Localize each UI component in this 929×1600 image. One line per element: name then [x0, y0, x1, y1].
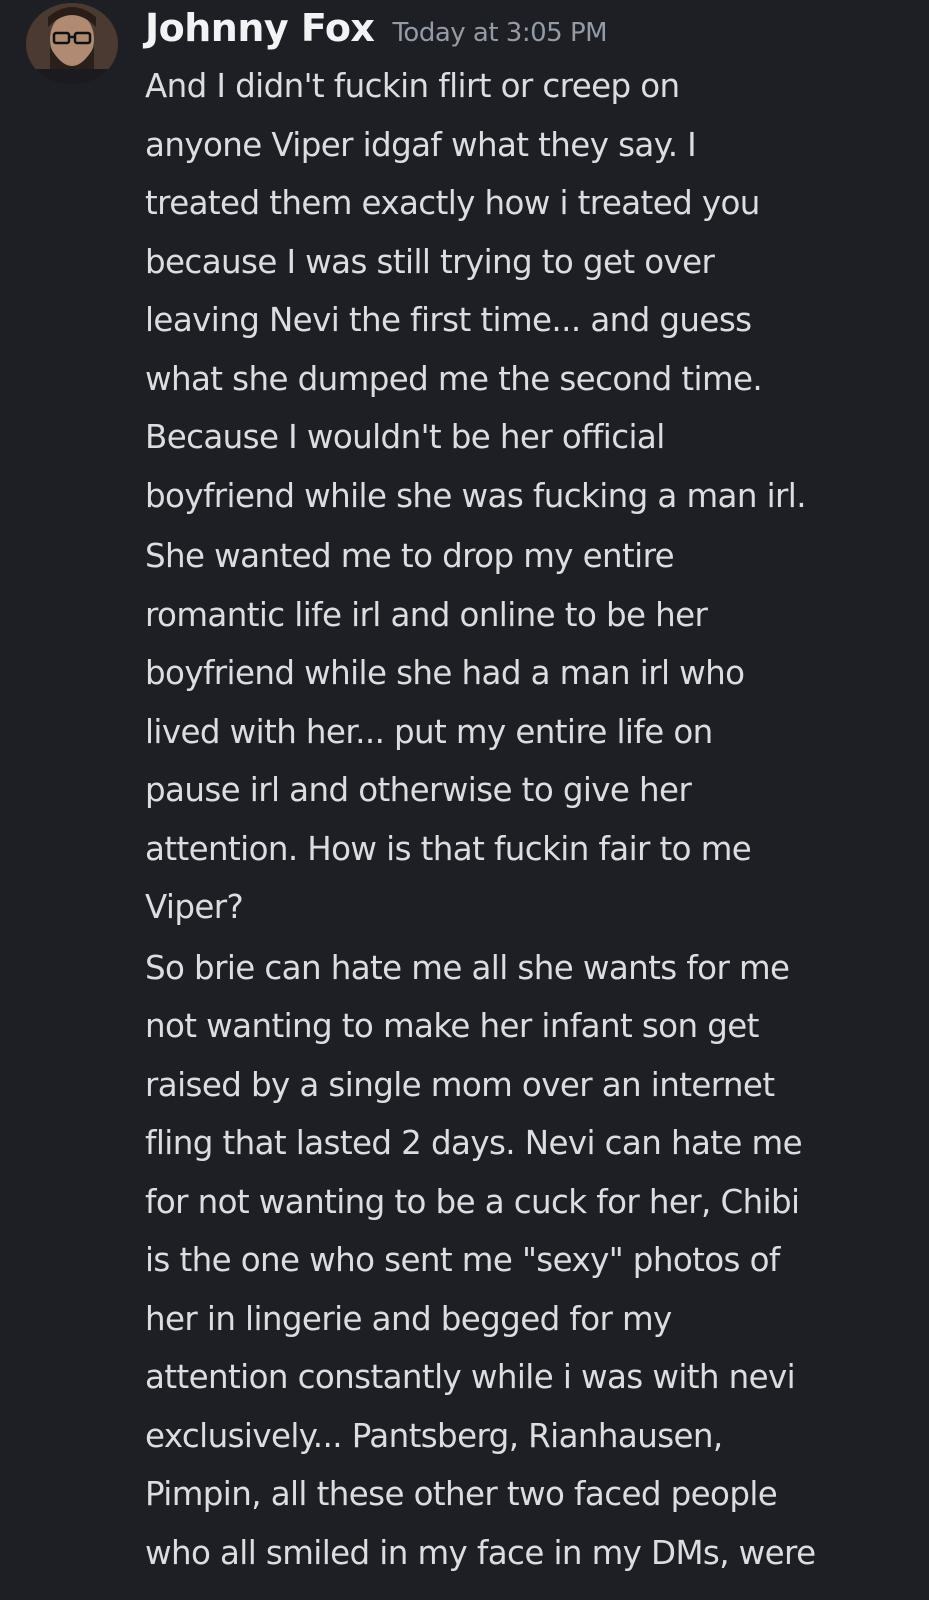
- timestamp: Today at 3:05 PM: [392, 18, 608, 48]
- message-line: She wanted me to drop my entire: [145, 537, 675, 575]
- chat-message: Johnny Fox Today at 3:05 PM And I didn't…: [0, 0, 929, 1600]
- message-line: raised by a single mom over an internet: [145, 1065, 775, 1104]
- message-line: exclusively... Pantsberg, Rianhausen,: [145, 1416, 723, 1455]
- message-content: And I didn't fuckin flirt or creep on any…: [145, 57, 915, 1582]
- message-line: treated them exactly how i treated you: [145, 184, 760, 222]
- message-line: Pimpin, all these other two faced people: [145, 1475, 778, 1513]
- message-line: romantic life irl and online to be her: [145, 595, 708, 634]
- message-line: So brie can hate me all she wants for me: [145, 948, 790, 987]
- user-avatar[interactable]: [26, 3, 118, 85]
- message-line: lived with her... put my entire life on: [145, 712, 713, 751]
- message-line: is the one who sent me "sexy" photos of: [145, 1241, 780, 1279]
- message-line: And I didn't fuckin flirt or creep on: [145, 67, 680, 105]
- message-line: pause irl and otherwise to give her: [145, 771, 692, 809]
- message-paragraph: She wanted me to drop my entire romantic …: [145, 527, 915, 937]
- message-line: for not wanting to be a cuck for her, Ch…: [145, 1182, 800, 1221]
- cut-off-edge: [0, 1574, 929, 1600]
- message-header: Johnny Fox Today at 3:05 PM: [145, 0, 608, 56]
- message-line: anyone Viper idgaf what they say. I: [145, 125, 697, 164]
- message-paragraph: So brie can hate me all she wants for me…: [145, 939, 915, 1583]
- message-line: because I was still trying to get over: [145, 242, 715, 281]
- message-line: not wanting to make her infant son get: [145, 1007, 759, 1045]
- message-line: Viper?: [145, 888, 244, 926]
- message-line: leaving Nevi the first time... and guess: [145, 301, 752, 339]
- message-line: her in lingerie and begged for my: [145, 1299, 672, 1338]
- message-line: boyfriend while she was fucking a man ir…: [145, 476, 807, 515]
- message-line: fling that lasted 2 days. Nevi can hate …: [145, 1124, 803, 1162]
- username[interactable]: Johnny Fox: [145, 0, 375, 56]
- message-line: attention. How is that fuckin fair to me: [145, 829, 752, 868]
- message-line: what she dumped me the second time.: [145, 359, 763, 398]
- message-line: attention constantly while i was with ne…: [145, 1358, 796, 1396]
- message-line: Because I wouldn't be her official: [145, 418, 665, 456]
- message-paragraph: And I didn't fuckin flirt or creep on any…: [145, 57, 915, 525]
- message-line: boyfriend while she had a man irl who: [145, 654, 745, 692]
